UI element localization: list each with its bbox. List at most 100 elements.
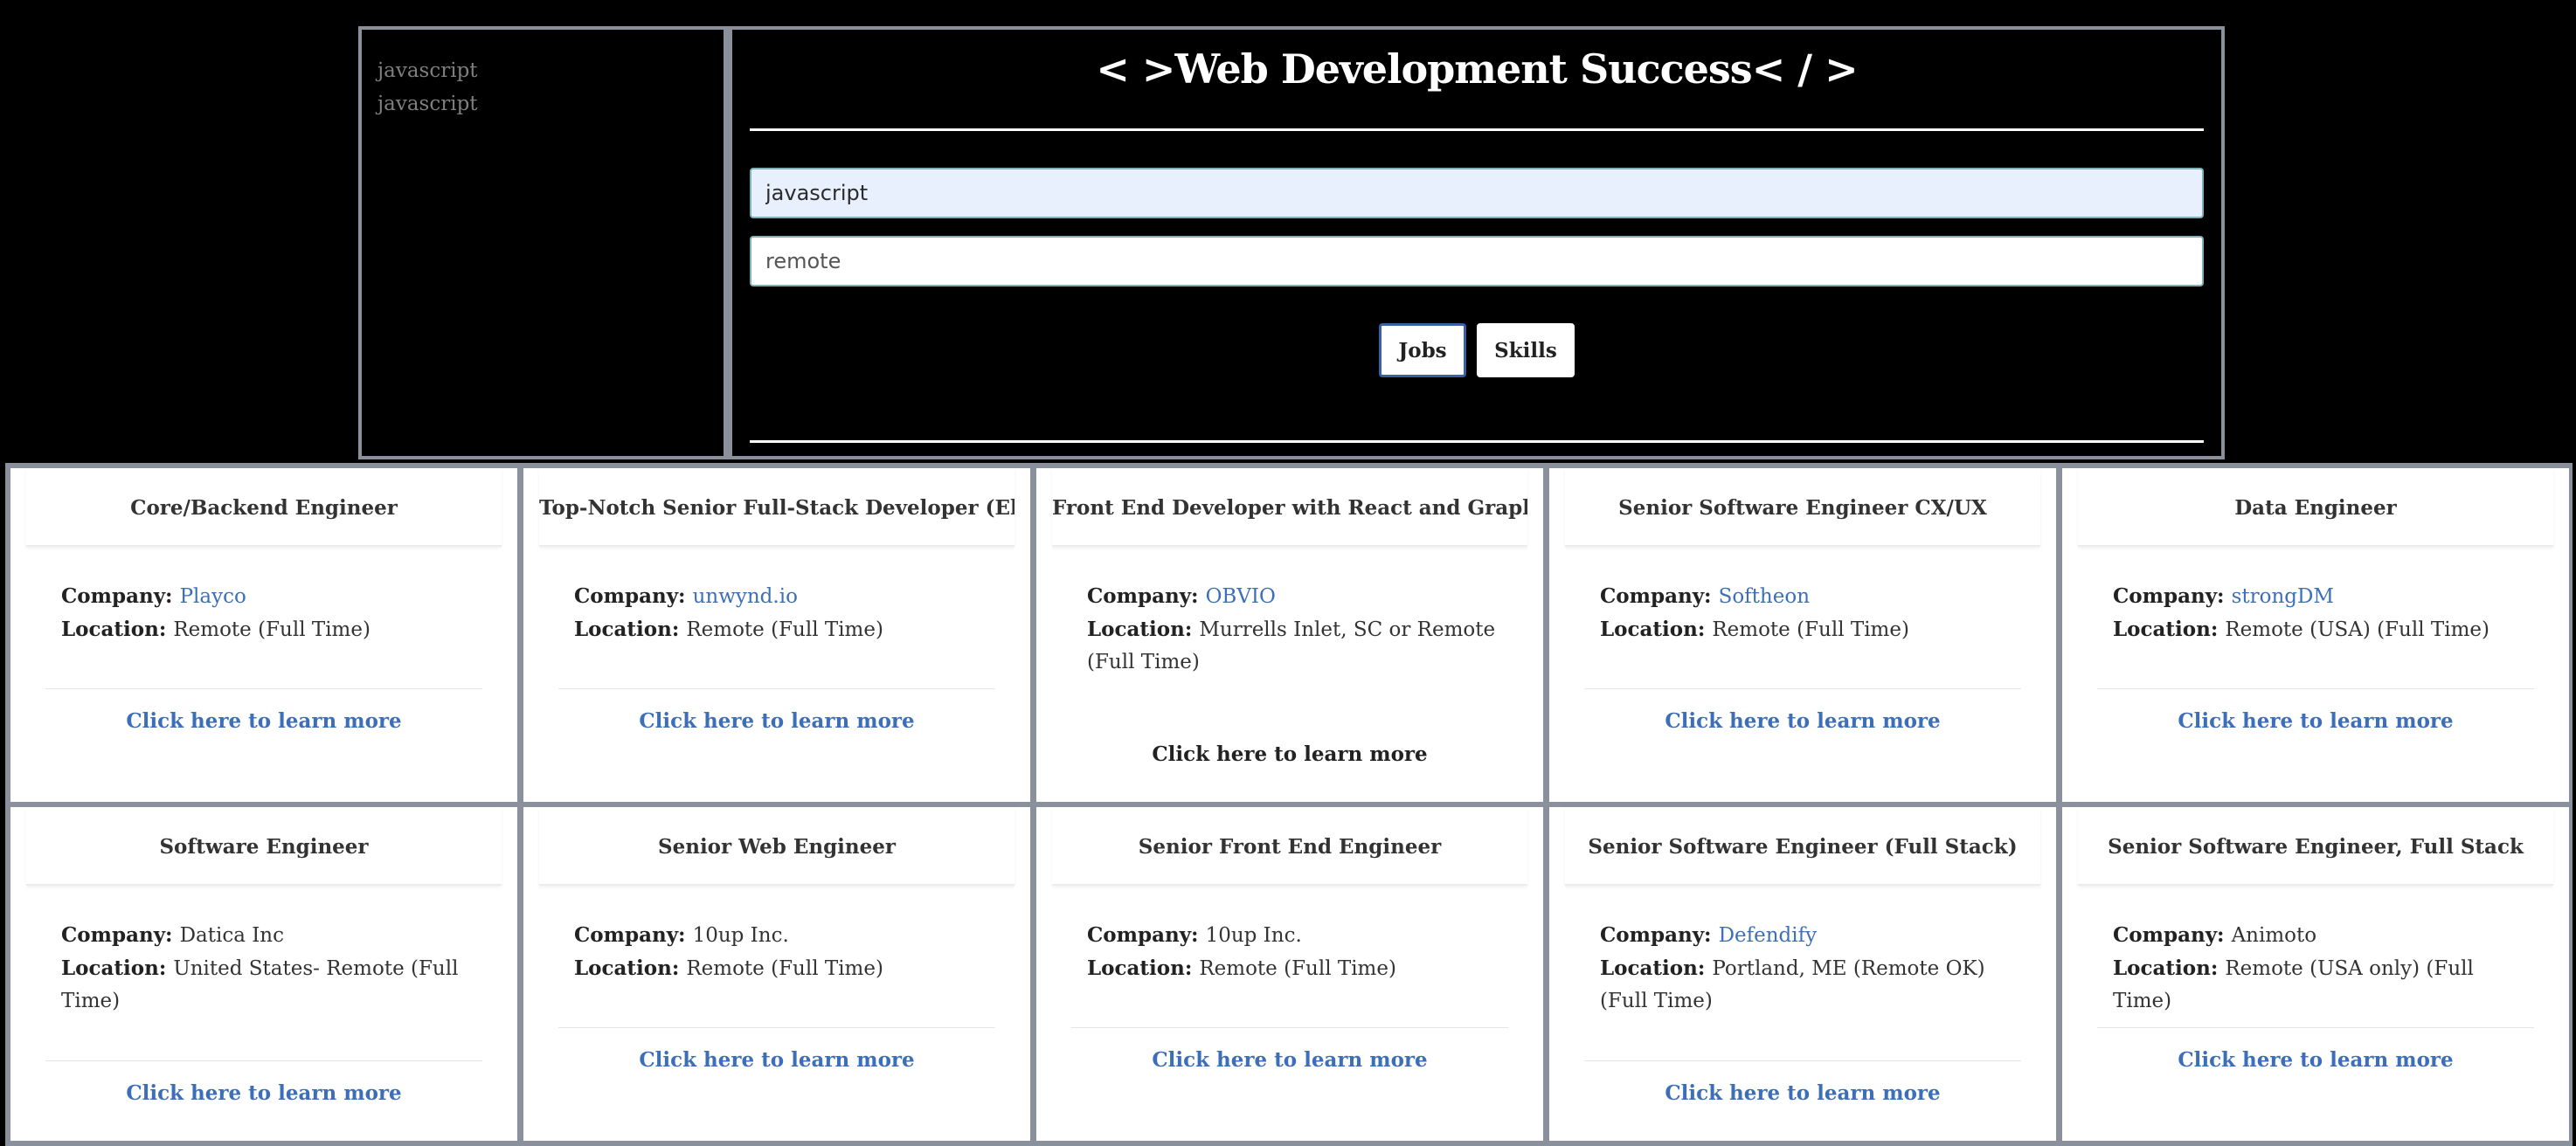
location-label: Location:: [2113, 956, 2226, 980]
company-link[interactable]: Playco: [180, 585, 246, 608]
company-line: Company: Datica Inc: [61, 919, 482, 952]
location-line: Location: Murrells Inlet, SC or Remote (…: [1087, 613, 1508, 679]
location-line: Location: Remote (Full Time): [1600, 613, 2021, 646]
job-title: Senior Web Engineer: [539, 807, 1014, 886]
company-label: Company:: [574, 923, 693, 947]
company-name: Animoto: [2231, 924, 2317, 947]
learn-more-link[interactable]: Click here to learn more: [523, 709, 1030, 733]
company-name: 10up Inc.: [1205, 924, 1302, 947]
location-label: Location:: [1600, 618, 1713, 641]
location-input[interactable]: [750, 236, 2204, 286]
footer-divider: [750, 440, 2204, 443]
history-item[interactable]: javascript: [377, 87, 708, 121]
learn-more-link[interactable]: Click here to learn more: [10, 709, 517, 733]
location-line: Location: Remote (Full Time): [1087, 952, 1508, 985]
company-link[interactable]: Defendify: [1719, 924, 1818, 947]
search-panel: < >Web Development Success< / > Jobs Ski…: [724, 26, 2225, 459]
location-value: Remote (Full Time): [686, 957, 883, 980]
company-line: Company: 10up Inc.: [1087, 919, 1508, 952]
company-name: 10up Inc.: [692, 924, 789, 947]
job-details: Company: Softheon Location: Remote (Full…: [1600, 580, 2021, 646]
company-name: Datica Inc: [179, 924, 284, 947]
job-details: Company: Defendify Location: Portland, M…: [1600, 919, 2021, 1018]
location-line: Location: Remote (Full Time): [61, 613, 482, 646]
job-card: Top-Notch Senior Full-Stack Developer (E…: [523, 468, 1030, 802]
company-line: Company: Animoto: [2113, 919, 2534, 952]
job-title: Senior Front End Engineer: [1052, 807, 1527, 886]
learn-more-link[interactable]: Click here to learn more: [1036, 1048, 1543, 1072]
job-details: Company: Datica Inc Location: United Sta…: [61, 919, 482, 1018]
job-card: Front End Developer with React and Graph…: [1036, 468, 1543, 802]
company-label: Company:: [1087, 584, 1206, 608]
location-label: Location:: [1087, 618, 1200, 641]
location-line: Location: United States- Remote (Full Ti…: [61, 952, 482, 1018]
company-line: Company: Defendify: [1600, 919, 2021, 952]
location-label: Location:: [1087, 956, 1200, 980]
job-title: Front End Developer with React and Graph…: [1052, 468, 1527, 547]
job-details: Company: unwynd.io Location: Remote (Ful…: [574, 580, 995, 646]
location-value: Remote (USA) (Full Time): [2225, 618, 2489, 641]
header-divider: [750, 128, 2204, 131]
learn-more-link[interactable]: Click here to learn more: [1549, 709, 2056, 733]
learn-more-link[interactable]: Click here to learn more: [1036, 742, 1543, 766]
company-line: Company: unwynd.io: [574, 580, 995, 613]
keyword-search-input[interactable]: [750, 168, 2204, 218]
job-details: Company: OBVIO Location: Murrells Inlet,…: [1087, 580, 1508, 679]
company-line: Company: strongDM: [2113, 580, 2534, 613]
job-title: Top-Notch Senior Full-Stack Developer (E…: [539, 468, 1014, 547]
job-card: Data Engineer Company: strongDM Location…: [2062, 468, 2569, 802]
job-card: Software Engineer Company: Datica Inc Lo…: [10, 807, 517, 1141]
jobs-button[interactable]: Jobs: [1379, 323, 1466, 377]
card-divider: [2097, 1027, 2534, 1028]
location-label: Location:: [61, 618, 174, 641]
card-divider: [2097, 688, 2534, 689]
company-label: Company:: [1087, 923, 1206, 947]
page-title: < >Web Development Success< / >: [1096, 45, 1858, 93]
job-details: Company: 10up Inc. Location: Remote (Ful…: [1087, 919, 1508, 985]
learn-more-link[interactable]: Click here to learn more: [2062, 1048, 2569, 1072]
learn-more-link[interactable]: Click here to learn more: [523, 1048, 1030, 1072]
company-link[interactable]: unwynd.io: [693, 585, 798, 608]
company-label: Company:: [1600, 584, 1719, 608]
job-title: Core/Backend Engineer: [26, 468, 502, 547]
card-divider: [558, 688, 995, 689]
job-title: Software Engineer: [26, 807, 502, 886]
card-divider: [45, 1060, 482, 1061]
job-details: Company: 10up Inc. Location: Remote (Ful…: [574, 919, 995, 985]
job-card: Senior Software Engineer CX/UX Company: …: [1549, 468, 2056, 802]
company-link[interactable]: strongDM: [2232, 585, 2334, 608]
card-divider: [1071, 1027, 1508, 1028]
card-divider: [45, 688, 482, 689]
company-line: Company: Playco: [61, 580, 482, 613]
job-title: Senior Software Engineer, Full Stack: [2078, 807, 2553, 886]
learn-more-link[interactable]: Click here to learn more: [10, 1081, 517, 1105]
location-line: Location: Remote (USA) (Full Time): [2113, 613, 2534, 646]
company-line: Company: OBVIO: [1087, 580, 1508, 613]
history-item[interactable]: javascript: [377, 54, 708, 87]
location-line: Location: Remote (Full Time): [574, 952, 995, 985]
company-label: Company:: [2113, 584, 2232, 608]
location-label: Location:: [1600, 956, 1713, 980]
job-card: Senior Web Engineer Company: 10up Inc. L…: [523, 807, 1030, 1141]
company-link[interactable]: Softheon: [1719, 585, 1810, 608]
job-title: Senior Software Engineer (Full Stack): [1565, 807, 2040, 886]
skills-button[interactable]: Skills: [1477, 323, 1575, 377]
company-label: Company:: [61, 584, 180, 608]
location-line: Location: Remote (Full Time): [574, 613, 995, 646]
job-details: Company: Playco Location: Remote (Full T…: [61, 580, 482, 646]
location-value: Remote (Full Time): [1199, 957, 1396, 980]
company-label: Company:: [1600, 923, 1719, 947]
job-card: Core/Backend Engineer Company: Playco Lo…: [10, 468, 517, 802]
location-line: Location: Remote (USA only) (Full Time): [2113, 952, 2534, 1018]
job-card: Senior Front End Engineer Company: 10up …: [1036, 807, 1543, 1141]
company-link[interactable]: OBVIO: [1206, 585, 1276, 608]
location-value: Remote (Full Time): [686, 618, 883, 641]
learn-more-link[interactable]: Click here to learn more: [2062, 709, 2569, 733]
learn-more-link[interactable]: Click here to learn more: [1549, 1081, 2056, 1105]
location-line: Location: Portland, ME (Remote OK) (Full…: [1600, 952, 2021, 1018]
search-history-sidebar: javascript javascript: [358, 26, 724, 459]
job-card: Senior Software Engineer, Full Stack Com…: [2062, 807, 2569, 1141]
company-label: Company:: [2113, 923, 2232, 947]
job-card: Senior Software Engineer (Full Stack) Co…: [1549, 807, 2056, 1141]
action-buttons: Jobs Skills: [732, 323, 2221, 377]
